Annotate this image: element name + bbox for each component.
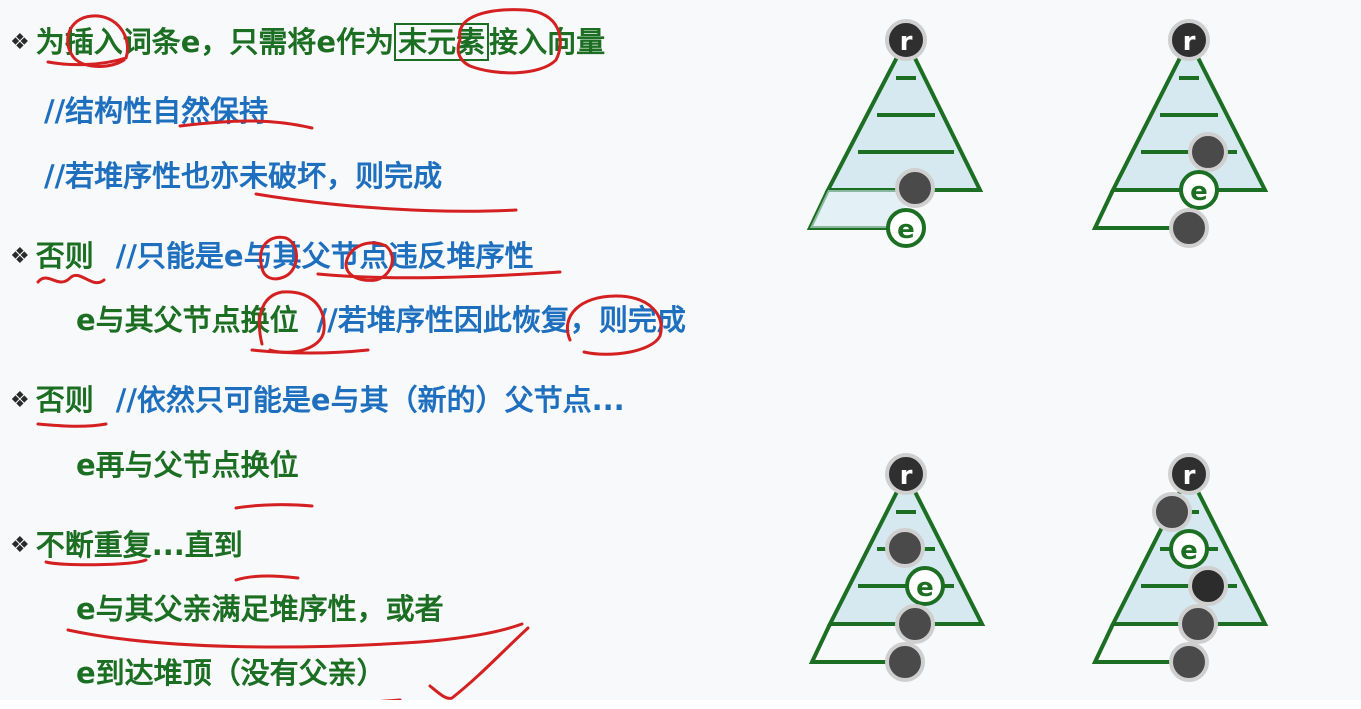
svg-text:r: r <box>1183 27 1196 57</box>
footer-band <box>0 700 1361 709</box>
heap-tree-step-4: r e <box>1091 453 1269 682</box>
svg-text:e: e <box>1180 536 1198 566</box>
root-label: r <box>900 27 913 57</box>
heap-tree-step-1: r e <box>806 19 984 248</box>
svg-text:e: e <box>897 215 915 245</box>
heap-tree-step-2: r e <box>1091 19 1269 248</box>
svg-text:e: e <box>916 573 934 603</box>
svg-text:e: e <box>1190 177 1208 207</box>
red-annotations <box>36 8 663 708</box>
svg-text:r: r <box>1183 461 1196 491</box>
heap-diagrams: r e r e r e r e <box>36 8 1269 708</box>
heap-tree-step-3: r e <box>808 453 986 682</box>
svg-text:r: r <box>900 461 913 491</box>
